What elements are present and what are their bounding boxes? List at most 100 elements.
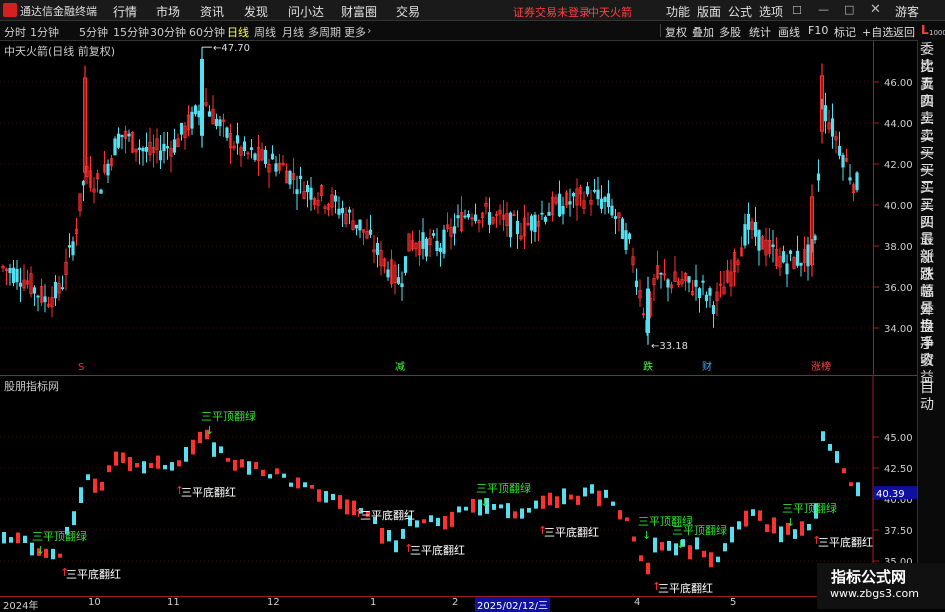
candle-body [340,207,345,214]
candle-body [785,263,789,275]
indicator-bar [261,469,265,477]
candle-body [179,122,184,135]
candle-body [855,172,859,191]
indicator-bar [548,492,552,506]
login-warning[interactable]: 证券交易未登录 [513,4,590,20]
candle-body [848,177,852,181]
candle-body [627,233,632,240]
period-5min[interactable]: 5分钟 [79,24,108,40]
candle-body [99,189,103,194]
maximize-icon[interactable]: □ [844,3,854,16]
menu-wealth[interactable]: 财富圈 [341,3,377,20]
f10-button[interactable]: F10 [808,24,828,37]
indicator-bar [709,552,713,568]
signal-bottom-label: 三平底翻红 [658,581,713,595]
multi-stock-button[interactable]: 多股 [719,24,741,40]
indicator-bar [702,550,706,558]
indicator-bar [527,507,531,513]
candle-body [837,145,842,156]
period-1min[interactable]: 1分钟 [30,24,59,40]
guest-label[interactable]: 游客 [895,3,919,20]
period-60min[interactable]: 60分钟 [189,24,225,40]
candle-body [141,147,145,152]
draw-line-button[interactable]: 画线 [778,24,800,40]
candle-body [473,214,478,222]
candle-body [757,229,761,251]
menu-bar: 通达信金融终端 行情 市场 资讯 发现 问小达 财富圈 交易 证券交易未登录 中… [0,0,945,21]
chevron-right-icon[interactable]: › [367,24,371,37]
period-more[interactable]: 更多 [344,24,366,40]
indicator-bar [513,511,517,519]
y-tick-label: 37.50 [884,526,913,537]
candle-body [841,155,845,168]
period-30min[interactable]: 30分钟 [150,24,186,40]
menu-discover[interactable]: 发现 [244,3,268,20]
indicator-bar [219,446,223,454]
candle-body [585,186,590,195]
candle-body [106,163,110,176]
quote-field-label[interactable]: 自动 [920,380,945,414]
back-button[interactable]: 返回 [893,24,915,40]
candle-body [214,118,219,127]
indicator-bar [338,495,342,509]
menu-function[interactable]: 功能 [666,3,690,20]
indicator-bar [828,443,832,451]
signal-bottom-label: 三平底翻红 [410,543,465,557]
period-multi[interactable]: 多周期 [308,24,341,40]
candle-body [613,216,618,219]
candle-body [263,149,268,164]
candle-body [781,251,786,263]
overlay-button[interactable]: 叠加 [692,24,714,40]
divider [660,24,661,37]
menu-formula[interactable]: 公式 [728,3,752,20]
indicator-bar [562,488,566,505]
candle-body [599,198,604,209]
candle-body [15,268,19,283]
y-tick-label: 45.00 [884,433,913,444]
menu-options[interactable]: 选项 [759,3,783,20]
period-bar: 分时 1分钟 5分钟 15分钟 30分钟 60分钟 日线 周线 月线 多周期 更… [0,21,945,41]
add-watchlist-button[interactable]: +自选 [862,24,893,40]
candle-body [190,111,194,129]
menu-ask[interactable]: 问小达 [288,3,324,20]
indicator-bar [212,442,216,457]
indicator-bar [541,495,545,509]
stats-button[interactable]: 统计 [749,24,771,40]
close-icon[interactable]: ✕ [870,2,881,17]
candlestick-chart[interactable]: 46.00 44.00 42.00 40.00 38.00 36.00 34.00 ←47.… [0,40,917,375]
candle-body [806,244,810,267]
indicator-bar [807,524,811,531]
adjust-button[interactable]: 复权 [665,24,687,40]
candle-body [743,224,747,246]
candle-body [235,135,240,144]
candle-body [568,201,572,205]
period-daily[interactable]: 日线 [227,24,249,40]
menu-trade[interactable]: 交易 [396,3,420,20]
chat-icon[interactable]: ☐ [792,4,802,17]
candle-body [646,288,650,334]
indicator-chart[interactable]: 45.0042.5040.0037.5035.0040.39 三平顶翻绿↓三平顶… [0,376,917,596]
indicator-bar [597,490,601,507]
indicator-bar [310,484,314,489]
menu-layout[interactable]: 版面 [697,3,721,20]
mark-button[interactable]: 标记 [834,24,856,40]
period-weekly[interactable]: 周线 [254,24,276,40]
menu-quotes[interactable]: 行情 [113,3,137,20]
indicator-bar [667,540,671,551]
y-tick-label: 36.00 [884,283,913,294]
candle-body [137,147,142,150]
candle-body [358,219,362,231]
menu-news[interactable]: 资讯 [200,3,224,20]
indicator-bar [555,496,559,509]
period-intraday[interactable]: 分时 [4,24,26,40]
candle-body [753,222,758,237]
candle-body [144,146,149,152]
stock-name: 中天火箭 [588,6,632,19]
current-value: 40.39 [876,489,905,500]
period-15min[interactable]: 15分钟 [113,24,149,40]
indicator-bar [107,465,111,473]
menu-market[interactable]: 市场 [156,3,180,20]
minimize-icon[interactable]: — [818,3,829,16]
period-monthly[interactable]: 月线 [282,24,304,40]
candle-body [8,268,12,274]
